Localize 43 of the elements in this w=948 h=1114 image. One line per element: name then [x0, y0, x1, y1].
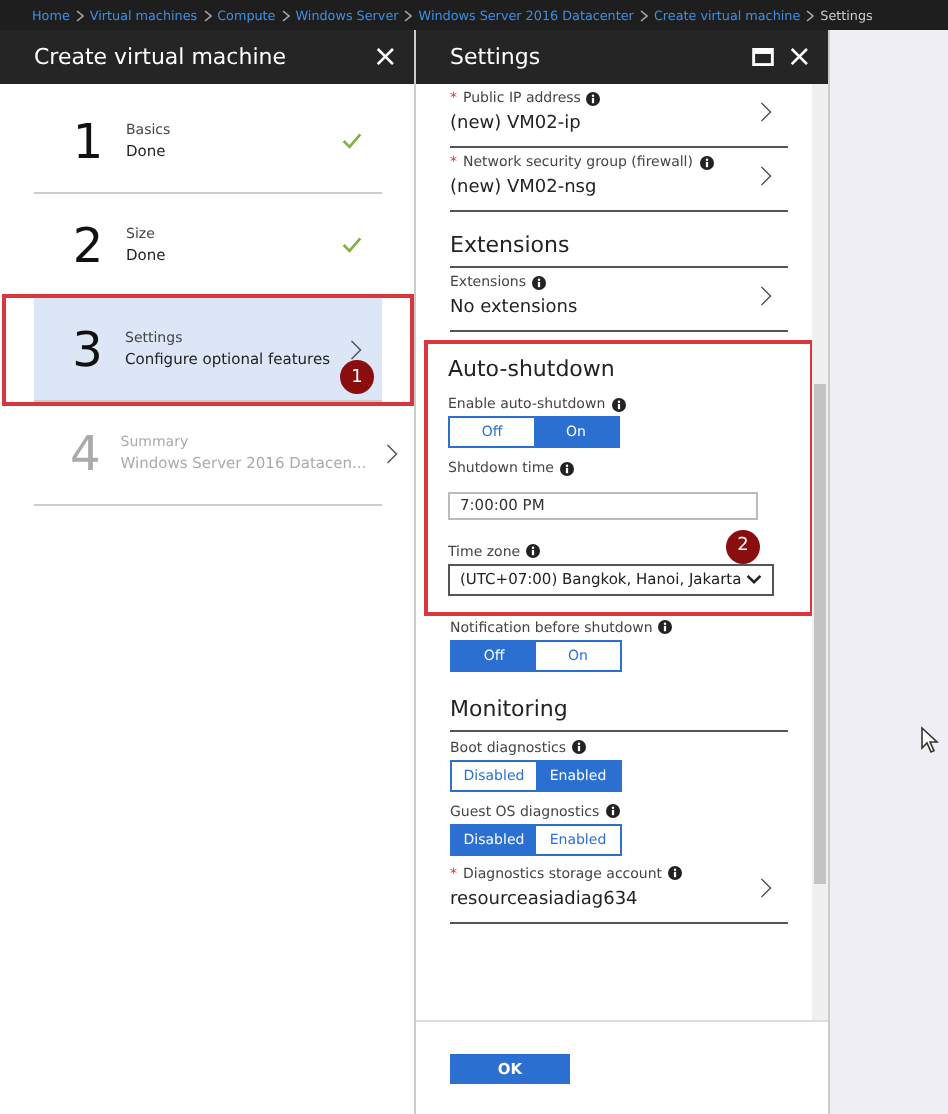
chevron-right-icon — [203, 9, 212, 21]
info-icon — [532, 275, 547, 289]
annotation-badge: 2 — [726, 529, 760, 563]
chevron-right-icon — [281, 9, 290, 21]
info-icon — [572, 740, 587, 754]
info-icon — [526, 544, 541, 558]
chevron-right-icon — [386, 441, 399, 465]
step-number: 2 — [70, 217, 106, 273]
cursor-icon — [920, 726, 940, 754]
field-value: resourceasiadiag634 — [450, 889, 640, 909]
section-heading: Extensions — [450, 212, 788, 268]
info-icon — [611, 397, 626, 411]
caret-icon — [746, 574, 762, 584]
chevron-right-icon — [760, 100, 772, 124]
step-number: 4 — [70, 425, 101, 481]
chevron-right-icon — [75, 9, 84, 21]
checkmark-icon — [342, 236, 362, 254]
chevron-right-icon — [404, 9, 413, 21]
close-button[interactable]: × — [372, 42, 398, 72]
section-heading: Auto-shutdown — [448, 354, 617, 386]
section-heading: Monitoring — [450, 675, 788, 731]
blade-title: Settings — [450, 44, 541, 70]
field-value: (new) VM02-nsg — [450, 178, 599, 198]
info-icon — [699, 155, 713, 169]
info-icon — [658, 620, 673, 634]
info-icon — [586, 91, 601, 105]
info-icon — [560, 461, 574, 475]
field-value: No extensions — [450, 298, 578, 318]
checkmark-icon — [342, 132, 362, 150]
info-icon — [668, 866, 683, 880]
blade-title: Create virtual machine — [34, 44, 286, 70]
chevron-right-icon — [639, 9, 648, 21]
chevron-right-icon — [760, 164, 772, 188]
chevron-right-icon — [806, 9, 815, 21]
chevron-right-icon — [760, 284, 772, 308]
close-button[interactable]: × — [786, 42, 812, 72]
field-value: (new) VM02-ip — [450, 114, 583, 134]
maximize-icon[interactable] — [752, 48, 775, 66]
step-number: 3 — [70, 321, 105, 377]
info-icon — [605, 804, 620, 818]
chevron-right-icon — [760, 875, 772, 899]
chevron-right-icon — [350, 337, 362, 361]
step-number: 1 — [70, 113, 106, 169]
